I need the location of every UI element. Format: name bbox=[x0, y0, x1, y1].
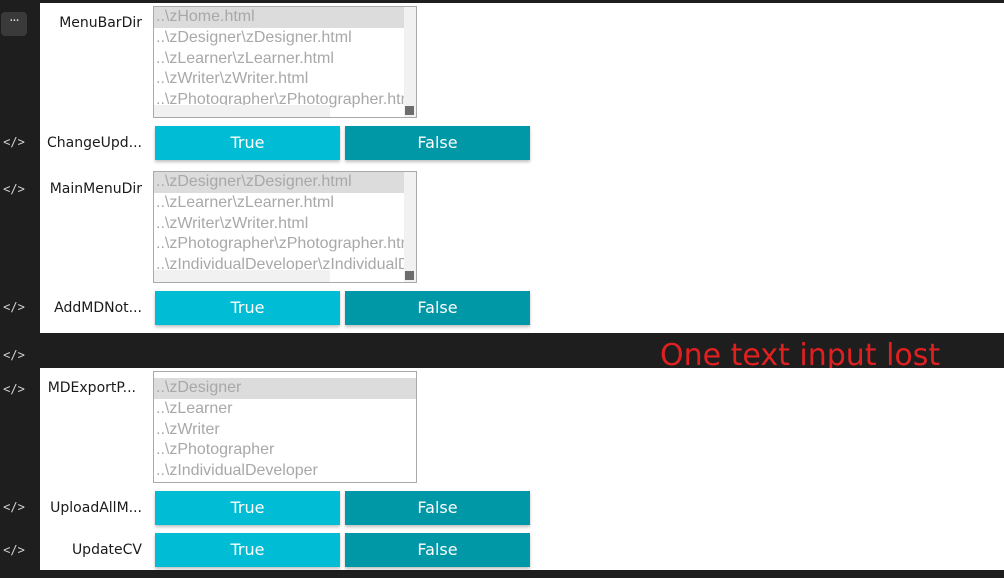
code-icon[interactable]: </> bbox=[0, 538, 28, 562]
main-menu-dir-label: MainMenuDir bbox=[49, 181, 142, 197]
change-upd-true-button[interactable]: True bbox=[155, 126, 340, 160]
list-item[interactable]: ..\zWriter bbox=[154, 420, 416, 441]
update-cv-label: UpdateCV bbox=[71, 542, 142, 558]
md-export-p-label: MDExportP... bbox=[47, 380, 136, 396]
code-icon[interactable]: </> bbox=[0, 343, 28, 367]
upload-all-m-true-button[interactable]: True bbox=[155, 491, 340, 525]
property-editor: ··· </> </> </> </> </> </> </> MenuBarD… bbox=[0, 0, 1004, 578]
vertical-scrollbar[interactable] bbox=[404, 7, 416, 117]
properties-panel-bottom: MDExportP... ..\zDesigner ..\zLearner ..… bbox=[40, 368, 1004, 570]
code-icon[interactable]: </> bbox=[0, 377, 28, 401]
vertical-scrollbar[interactable] bbox=[404, 172, 416, 282]
md-export-p-listbox[interactable]: ..\zDesigner ..\zLearner ..\zWriter ..\z… bbox=[153, 371, 417, 483]
list-item[interactable]: ..\zLearner\zLearner.html bbox=[154, 49, 416, 70]
horizontal-scrollbar[interactable] bbox=[154, 105, 330, 117]
add-md-not-true-button[interactable]: True bbox=[155, 291, 340, 325]
menu-bar-dir-label: MenuBarDir bbox=[59, 15, 142, 31]
code-icon[interactable]: </> bbox=[0, 177, 28, 201]
menu-bar-dir-listbox[interactable]: ..\zHome.html ..\zDesigner\zDesigner.htm… bbox=[153, 6, 417, 118]
resize-grip-icon[interactable] bbox=[405, 106, 414, 115]
list-item[interactable]: ..\zPhotographer bbox=[154, 440, 416, 461]
gutter: ··· </> </> </> </> </> </> </> bbox=[0, 0, 40, 578]
code-icon[interactable]: </> bbox=[0, 495, 28, 519]
code-icon[interactable]: </> bbox=[0, 295, 28, 319]
properties-panel-top: MenuBarDir ..\zHome.html ..\zDesigner\zD… bbox=[40, 3, 1004, 333]
upload-all-m-false-button[interactable]: False bbox=[345, 491, 530, 525]
resize-grip-icon[interactable] bbox=[405, 271, 414, 280]
update-cv-false-button[interactable]: False bbox=[345, 533, 530, 567]
list-item[interactable]: ..\zWriter\zWriter.html bbox=[154, 214, 416, 235]
more-menu-icon[interactable]: ··· bbox=[1, 12, 27, 36]
code-icon[interactable]: </> bbox=[0, 130, 28, 154]
list-item[interactable]: ..\zHome.html bbox=[154, 7, 416, 28]
list-item[interactable]: ..\zDesigner\zDesigner.html bbox=[154, 28, 416, 49]
list-item[interactable]: ..\zLearner bbox=[154, 399, 416, 420]
list-item[interactable]: ..\zLearner\zLearner.html bbox=[154, 193, 416, 214]
update-cv-true-button[interactable]: True bbox=[155, 533, 340, 567]
change-upd-false-button[interactable]: False bbox=[345, 126, 530, 160]
add-md-not-false-button[interactable]: False bbox=[345, 291, 530, 325]
list-item[interactable]: ..\zDesigner\zDesigner.html bbox=[154, 172, 416, 193]
list-item[interactable]: ..\zIndividualDeveloper bbox=[154, 461, 416, 482]
horizontal-scrollbar[interactable] bbox=[154, 270, 330, 282]
add-md-not-label: AddMDNot... bbox=[54, 300, 142, 316]
list-item[interactable]: ..\zWriter\zWriter.html bbox=[154, 69, 416, 90]
change-upd-label: ChangeUpd... bbox=[47, 135, 142, 151]
main-menu-dir-listbox[interactable]: ..\zDesigner\zDesigner.html ..\zLearner\… bbox=[153, 171, 417, 283]
list-item[interactable]: ..\zPhotographer\zPhotographer.html bbox=[154, 234, 416, 255]
list-item[interactable]: ..\zDesigner bbox=[154, 378, 416, 399]
upload-all-m-label: UploadAllM... bbox=[50, 500, 142, 516]
